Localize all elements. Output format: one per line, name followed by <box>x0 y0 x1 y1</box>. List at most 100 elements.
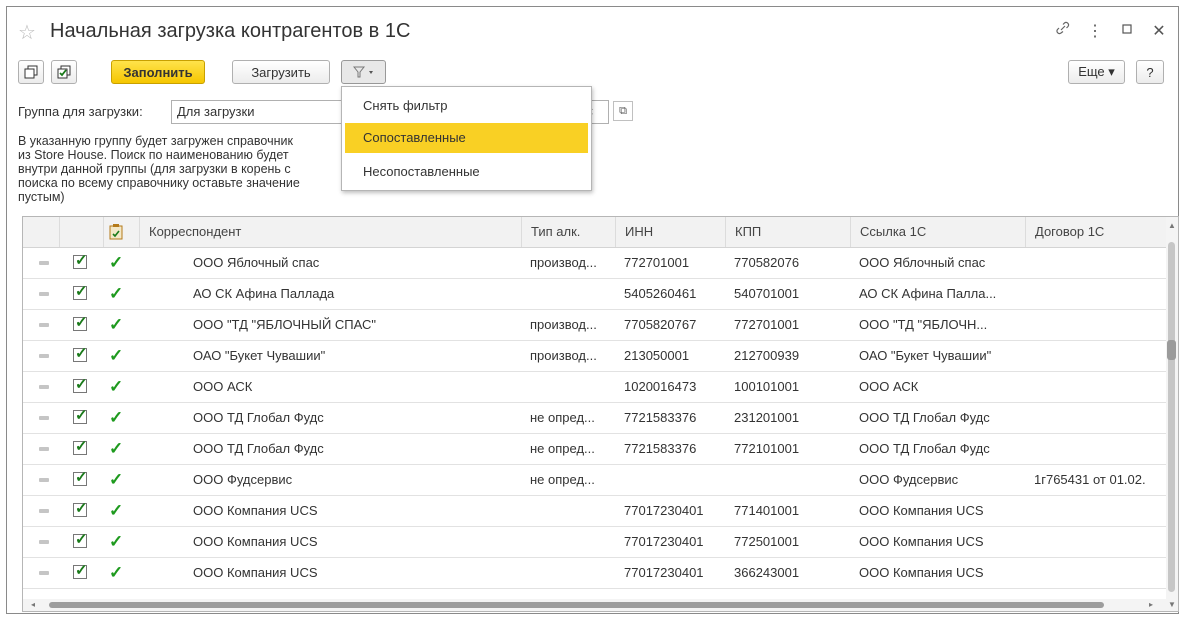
link-icon[interactable] <box>1054 20 1072 41</box>
cell-kpp[interactable]: 772501001 <box>734 527 844 557</box>
cell-correspondent[interactable]: ООО Фудсервис <box>193 465 513 495</box>
row-checkbox[interactable] <box>73 313 88 331</box>
table-row[interactable]: ✓ ООО ТД Глобал Фудс не опред... 7721583376… <box>23 403 1168 434</box>
col-inn[interactable]: ИНН <box>615 217 725 247</box>
row-checkbox[interactable] <box>73 437 88 455</box>
maximize-icon[interactable] <box>1118 22 1136 40</box>
cell-contract-1c[interactable] <box>1034 341 1168 371</box>
cell-alc-type[interactable] <box>530 558 612 588</box>
table-row[interactable]: ✓ ООО Фудсервис не опред... ООО Фудсервис 1г… <box>23 465 1168 496</box>
cell-link-1c[interactable]: ООО Яблочный спас <box>859 248 1021 278</box>
cell-kpp[interactable]: 771401001 <box>734 496 844 526</box>
cell-link-1c[interactable]: ООО "ТД "ЯБЛОЧН... <box>859 310 1021 340</box>
cell-contract-1c[interactable] <box>1034 434 1168 464</box>
cell-kpp[interactable]: 100101001 <box>734 372 844 402</box>
cell-inn[interactable] <box>624 465 722 495</box>
col-link-1c[interactable]: Ссылка 1С <box>850 217 1025 247</box>
cell-correspondent[interactable]: ООО АСК <box>193 372 513 402</box>
cell-inn[interactable]: 77017230401 <box>624 527 722 557</box>
col-contract-1c[interactable]: Договор 1С <box>1025 217 1168 247</box>
cell-link-1c[interactable]: АО СК Афина Палла... <box>859 279 1021 309</box>
cell-link-1c[interactable]: ОАО "Букет Чувашии" <box>859 341 1021 371</box>
more-icon[interactable]: ⋮ <box>1086 21 1104 41</box>
scroll-up-icon[interactable]: ▲ <box>1168 221 1176 230</box>
horizontal-scroll-thumb[interactable] <box>49 602 1104 608</box>
table-row[interactable]: ✓ ООО "ТД "ЯБЛОЧНЫЙ СПАС" производ... 77058… <box>23 310 1168 341</box>
cell-correspondent[interactable]: ООО ТД Глобал Фудс <box>193 403 513 433</box>
cell-contract-1c[interactable] <box>1034 558 1168 588</box>
cell-link-1c[interactable]: ООО АСК <box>859 372 1021 402</box>
cell-kpp[interactable]: 772101001 <box>734 434 844 464</box>
menu-item-matched[interactable]: Сопоставленные <box>345 123 588 153</box>
cell-inn[interactable]: 7721583376 <box>624 403 722 433</box>
cell-kpp[interactable]: 770582076 <box>734 248 844 278</box>
more-button[interactable]: Еще ▾ <box>1068 60 1125 84</box>
row-checkbox[interactable] <box>73 251 88 269</box>
cell-inn[interactable]: 5405260461 <box>624 279 722 309</box>
row-checkbox[interactable] <box>73 375 88 393</box>
check-all-button[interactable] <box>51 60 77 84</box>
close-icon[interactable]: ✕ <box>1150 21 1168 41</box>
vertical-scrollbar[interactable]: ▲ ▼ <box>1166 217 1178 611</box>
cell-alc-type[interactable]: не опред... <box>530 403 612 433</box>
cell-alc-type[interactable] <box>530 527 612 557</box>
cell-inn[interactable]: 77017230401 <box>624 496 722 526</box>
vertical-scroll-thumb[interactable] <box>1167 340 1176 360</box>
table-row[interactable]: ✓ ООО АСК 1020016473 100101001 ООО АСК <box>23 372 1168 403</box>
cell-link-1c[interactable]: ООО Компания UCS <box>859 527 1021 557</box>
cell-correspondent[interactable]: ООО Компания UCS <box>193 558 513 588</box>
col-alc-type[interactable]: Тип алк. <box>521 217 615 247</box>
row-checkbox[interactable] <box>73 468 88 486</box>
cell-correspondent[interactable]: АО СК Афина Паллада <box>193 279 513 309</box>
cell-link-1c[interactable]: ООО ТД Глобал Фудс <box>859 403 1021 433</box>
cell-correspondent[interactable]: ОАО "Букет Чувашии" <box>193 341 513 371</box>
table-row[interactable]: ✓ ООО Компания UCS 77017230401 771401001 ООО… <box>23 496 1168 527</box>
fill-button[interactable]: Заполнить <box>111 60 205 84</box>
cell-inn[interactable]: 1020016473 <box>624 372 722 402</box>
cell-inn[interactable]: 772701001 <box>624 248 722 278</box>
cell-inn[interactable]: 7721583376 <box>624 434 722 464</box>
cell-link-1c[interactable]: ООО Компания UCS <box>859 496 1021 526</box>
cell-correspondent[interactable]: ООО ТД Глобал Фудс <box>193 434 513 464</box>
cell-alc-type[interactable]: не опред... <box>530 465 612 495</box>
cell-kpp[interactable] <box>734 465 844 495</box>
row-checkbox[interactable] <box>73 344 88 362</box>
cell-alc-type[interactable]: производ... <box>530 341 612 371</box>
cell-inn[interactable]: 77017230401 <box>624 558 722 588</box>
cell-correspondent[interactable]: ООО Яблочный спас <box>193 248 513 278</box>
scroll-left-icon[interactable]: ◂ <box>31 600 35 609</box>
cell-correspondent[interactable]: ООО Компания UCS <box>193 527 513 557</box>
cell-contract-1c[interactable] <box>1034 279 1168 309</box>
load-button[interactable]: Загрузить <box>232 60 330 84</box>
cell-alc-type[interactable]: производ... <box>530 248 612 278</box>
table-row[interactable]: ✓ ООО ТД Глобал Фудс не опред... 7721583376… <box>23 434 1168 465</box>
cell-kpp[interactable]: 772701001 <box>734 310 844 340</box>
filter-button[interactable] <box>341 60 386 84</box>
cell-contract-1c[interactable] <box>1034 372 1168 402</box>
cell-alc-type[interactable]: производ... <box>530 310 612 340</box>
cell-kpp[interactable]: 231201001 <box>734 403 844 433</box>
cell-alc-type[interactable] <box>530 372 612 402</box>
menu-item-clear-filter[interactable]: Снять фильтр <box>342 91 591 121</box>
cell-kpp[interactable]: 212700939 <box>734 341 844 371</box>
cell-contract-1c[interactable] <box>1034 403 1168 433</box>
row-checkbox[interactable] <box>73 282 88 300</box>
cell-correspondent[interactable]: ООО Компания UCS <box>193 496 513 526</box>
cell-contract-1c[interactable] <box>1034 496 1168 526</box>
menu-item-unmatched[interactable]: Несопоставленные <box>342 157 591 187</box>
table-row[interactable]: ✓ ОАО "Букет Чувашии" производ... 213050001… <box>23 341 1168 372</box>
cell-link-1c[interactable]: ООО Компания UCS <box>859 558 1021 588</box>
table-row[interactable]: ✓ ООО Компания UCS 77017230401 366243001 ООО… <box>23 558 1168 589</box>
row-checkbox[interactable] <box>73 530 88 548</box>
table-row[interactable]: ✓ ООО Яблочный спас производ... 772701001 77… <box>23 248 1168 279</box>
cell-contract-1c[interactable] <box>1034 310 1168 340</box>
cell-kpp[interactable]: 366243001 <box>734 558 844 588</box>
row-checkbox[interactable] <box>73 561 88 579</box>
col-correspondent[interactable]: Корреспондент <box>139 217 521 247</box>
cell-correspondent[interactable]: ООО "ТД "ЯБЛОЧНЫЙ СПАС" <box>193 310 513 340</box>
cell-alc-type[interactable]: не опред... <box>530 434 612 464</box>
help-button[interactable]: ? <box>1136 60 1164 84</box>
favorite-star-icon[interactable]: ☆ <box>18 20 36 45</box>
row-checkbox[interactable] <box>73 406 88 424</box>
col-kpp[interactable]: КПП <box>725 217 850 247</box>
